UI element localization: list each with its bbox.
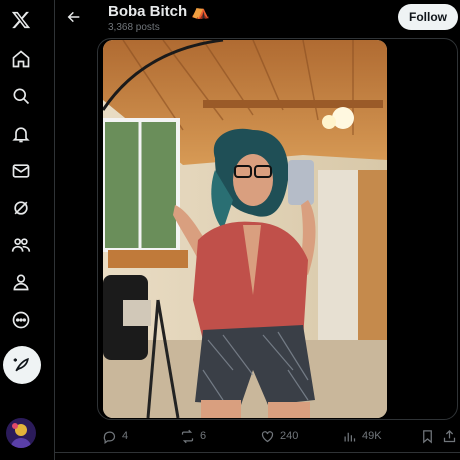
repost-count: 6 (200, 430, 207, 442)
profile-name: Boba Bitch (108, 2, 188, 20)
feather-plus-icon (13, 357, 29, 372)
page-title: Boba Bitch ⛺ (108, 2, 210, 21)
bar-chart-icon (344, 432, 356, 441)
reply-icon (103, 431, 116, 444)
post-count: 3,368 posts (108, 22, 160, 33)
share-button[interactable] (442, 426, 457, 446)
views-button[interactable]: 49K (342, 426, 382, 446)
avatar[interactable] (6, 418, 36, 448)
bookmark-icon (423, 429, 432, 443)
mail-icon[interactable] (5, 155, 37, 187)
grok-icon[interactable] (5, 192, 37, 224)
heart-icon (261, 430, 274, 442)
x-logo-icon[interactable] (5, 4, 37, 36)
sidebar-nav (0, 0, 42, 460)
home-icon[interactable] (5, 43, 37, 75)
compose-post-button[interactable] (3, 346, 41, 384)
back-arrow-icon[interactable] (62, 5, 86, 29)
reply-count: 4 (122, 430, 129, 442)
communities-icon[interactable] (5, 229, 37, 261)
follow-button[interactable]: Follow (398, 4, 458, 30)
view-count: 49K (362, 430, 382, 442)
share-icon (443, 429, 456, 442)
repost-button[interactable]: 6 (180, 426, 206, 446)
more-icon[interactable] (5, 304, 37, 336)
divider (55, 452, 460, 453)
bell-icon[interactable] (5, 118, 37, 150)
search-icon[interactable] (5, 80, 37, 112)
post-action-bar: 4 6 240 49K (100, 426, 460, 446)
repost-icon (181, 429, 194, 443)
nav-divider (54, 0, 55, 460)
profile-icon[interactable] (5, 266, 37, 298)
like-count: 240 (280, 430, 299, 442)
like-button[interactable]: 240 (260, 426, 298, 446)
post-photo[interactable] (103, 40, 387, 418)
bookmark-button[interactable] (420, 426, 435, 446)
app-window: Boba Bitch ⛺ 3,368 posts Follow 4 6 240 … (0, 0, 460, 460)
reply-button[interactable]: 4 (102, 426, 128, 446)
title-emoji: ⛺ (191, 3, 210, 20)
